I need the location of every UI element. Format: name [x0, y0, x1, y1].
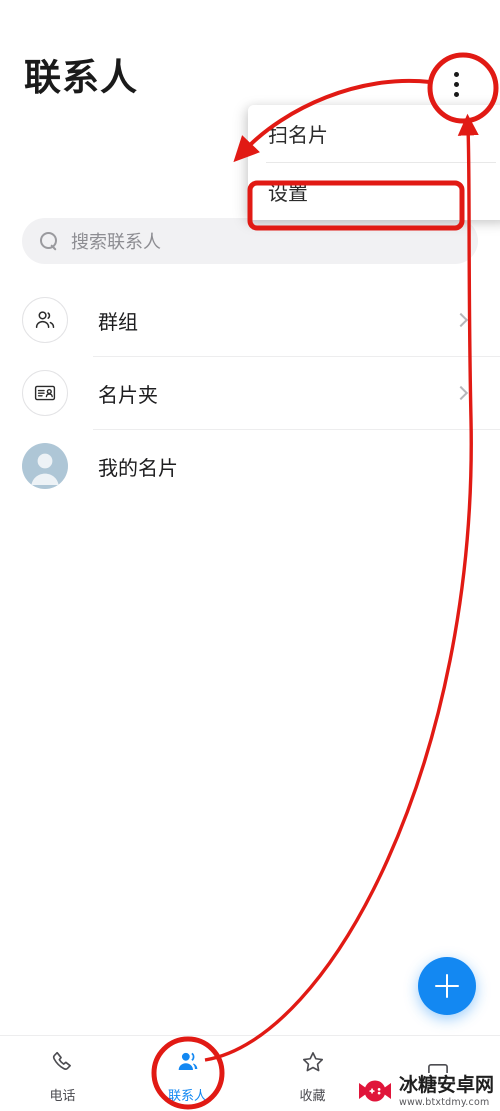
- menu-item-scan-business-card[interactable]: 扫名片: [248, 105, 500, 162]
- chevron-right-icon: [453, 385, 469, 401]
- list-item-card-holder[interactable]: 名片夹: [0, 357, 500, 429]
- annotation-arrow-nav-to-overflow: [204, 113, 479, 1062]
- contacts-person-icon: [175, 1049, 201, 1079]
- add-contact-fab[interactable]: [418, 957, 476, 1015]
- nav-tab-label: 联系人: [167, 1089, 207, 1104]
- search-placeholder-text: 搜索联系人: [71, 232, 161, 253]
- nav-tab-contacts[interactable]: 联系人: [125, 1036, 250, 1111]
- list-item-label: 名片夹: [98, 382, 158, 407]
- contacts-app-screen: 联系人 扫名片 设置 搜索联系人 群组 名片夹 我的名片 电话 联系人 收藏 冰…: [0, 0, 500, 1111]
- group-people-icon: [22, 297, 68, 343]
- nav-tab-phone[interactable]: 电话: [0, 1036, 125, 1111]
- candy-gamepad-logo: [356, 1076, 394, 1106]
- three-dots-vertical-icon: [453, 71, 459, 77]
- page-title: 联系人: [24, 56, 138, 99]
- overflow-menu-button[interactable]: [428, 56, 484, 112]
- search-icon: [40, 231, 59, 251]
- list-item-my-card[interactable]: 我的名片: [0, 430, 500, 502]
- watermark-url: www.btxtdmy.com: [398, 1096, 490, 1108]
- nav-tab-label: 收藏: [299, 1089, 326, 1104]
- list-item-groups[interactable]: 群组: [0, 284, 500, 356]
- star-icon: [300, 1049, 326, 1079]
- overflow-dropdown-menu: 扫名片 设置: [248, 105, 500, 220]
- phone-icon: [50, 1049, 76, 1079]
- menu-item-settings[interactable]: 设置: [248, 163, 500, 220]
- nav-tab-label: 电话: [49, 1089, 76, 1104]
- plus-icon-vertical: [445, 974, 449, 998]
- three-dots-vertical-icon-dot3: [453, 91, 459, 97]
- watermark-title: 冰糖安卓网: [398, 1073, 494, 1096]
- id-card-icon: [22, 370, 68, 416]
- status-bar-spacer: [0, 0, 500, 40]
- site-watermark: 冰糖安卓网 www.btxtdmy.com: [351, 1072, 498, 1109]
- list-item-label: 群组: [98, 309, 138, 334]
- contacts-list: 群组 名片夹 我的名片: [0, 284, 500, 502]
- three-dots-vertical-icon-dot2: [453, 81, 459, 87]
- chevron-right-icon: [453, 312, 469, 328]
- list-item-label: 我的名片: [98, 455, 178, 480]
- avatar-icon: [22, 443, 68, 489]
- search-input[interactable]: 搜索联系人: [22, 218, 478, 264]
- search-container: 搜索联系人: [0, 218, 500, 264]
